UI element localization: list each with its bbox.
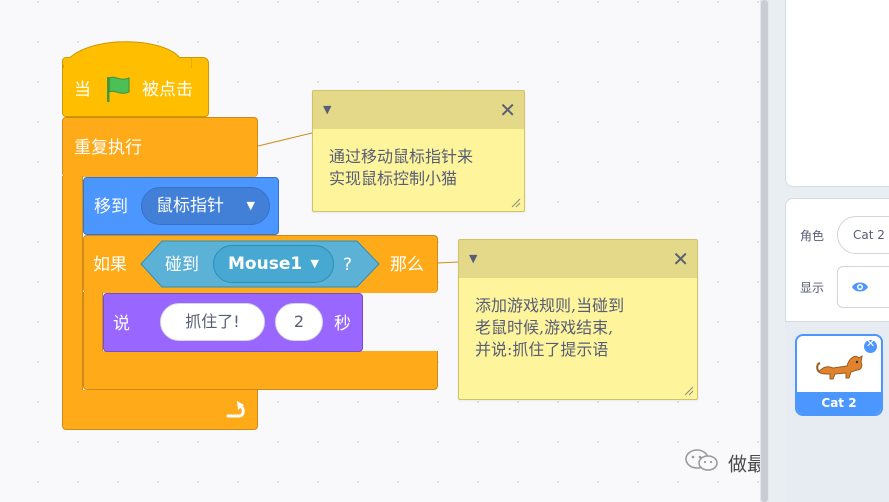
collapse-triangle-icon[interactable]: ▼ [469,252,477,265]
if-block-arm [83,292,103,352]
code-workspace[interactable]: 当 被点击 重复执行 移到 鼠标指针 ▼ 如果 那么 碰到 Mouse1 ▼ ? [0,0,760,502]
touching-target-dropdown[interactable]: Mouse1 ▼ [213,245,334,283]
sprite-info-panel: 角色 Cat 2 显示 [785,198,889,322]
chevron-down-icon: ▼ [310,257,319,270]
right-panel: 角色 Cat 2 显示 Cat 2 ✕ [769,0,889,502]
comment-line: 并说:抓住了提示语 [475,340,609,359]
say-message-input[interactable]: 抓住了! [160,303,265,341]
touching-target-value: Mouse1 [228,254,303,274]
scrollbar-thumb[interactable] [761,0,768,502]
go-to-target-value: 鼠标指针 [156,196,224,216]
cat-sprite-thumbnail [815,344,865,388]
close-icon[interactable]: ✕ [499,98,516,122]
if-label: 如果 [93,255,127,275]
comment-line: 实现鼠标控制小猫 [329,169,458,188]
green-flag-icon [104,74,132,104]
say-seconds-input[interactable]: 2 [275,303,323,341]
watermark-text: 做最好的自己 [728,453,760,476]
when-flag-before-label: 当 [74,80,91,100]
comment-text[interactable]: 通过移动鼠标指针来 实现鼠标控制小猫 [329,146,473,190]
then-label: 那么 [390,255,424,275]
forever-block-arm [62,176,83,392]
collapse-triangle-icon[interactable]: ▼ [323,103,331,116]
delete-sprite-button[interactable]: ✕ [862,337,879,355]
close-icon[interactable]: ✕ [672,247,689,271]
sprite-tile-name: Cat 2 [797,392,881,414]
show-label: 显示 [800,281,825,295]
sprite-tile[interactable]: Cat 2 ✕ [795,334,883,416]
sprite-name-input[interactable]: Cat 2 [837,216,889,254]
touching-label: 碰到 [165,255,199,275]
comment-line: 老鼠时候,游戏结束, [475,318,614,337]
comment-line: 添加游戏规则,当碰到 [475,296,625,315]
workspace-scrollbar[interactable] [760,0,769,502]
say-label: 说 [113,314,130,334]
show-sprite-button[interactable] [837,266,883,308]
eye-icon [851,279,869,299]
comment-note-1[interactable]: ▼ ✕ 通过移动鼠标指针来 实现鼠标控制小猫 [312,90,525,212]
resize-handle-icon[interactable] [511,198,521,208]
loop-arrow-icon [224,398,248,422]
hide-sprite-button[interactable] [882,266,889,308]
sprite-list: Cat 2 ✕ [785,322,889,502]
comment-connector-2 [437,261,459,264]
comment-line: 通过移动鼠标指针来 [329,147,474,166]
stage-area[interactable] [785,0,889,187]
seconds-unit-label: 秒 [334,314,351,334]
comment-header[interactable] [313,91,524,129]
resize-handle-icon[interactable] [684,386,694,396]
comment-text[interactable]: 添加游戏规则,当碰到 老鼠时候,游戏结束, 并说:抓住了提示语 [475,295,624,361]
comment-header[interactable] [459,240,697,278]
sprite-label: 角色 [800,229,825,243]
comment-connector-1 [257,132,313,147]
comment-note-2[interactable]: ▼ ✕ 添加游戏规则,当碰到 老鼠时候,游戏结束, 并说:抓住了提示语 [458,239,698,400]
wechat-watermark: 做最好的自己 [684,448,760,478]
wechat-icon [684,448,722,481]
if-block-foot [83,351,438,390]
chevron-down-icon: ▼ [246,199,255,212]
forever-label: 重复执行 [74,138,142,158]
when-flag-after-label: 被点击 [142,80,193,100]
touching-question-mark: ? [343,255,353,275]
go-to-target-dropdown[interactable]: 鼠标指针 ▼ [141,187,270,225]
go-to-label: 移到 [94,197,128,217]
close-icon: ✕ [866,337,876,350]
hat-cap [62,41,192,68]
